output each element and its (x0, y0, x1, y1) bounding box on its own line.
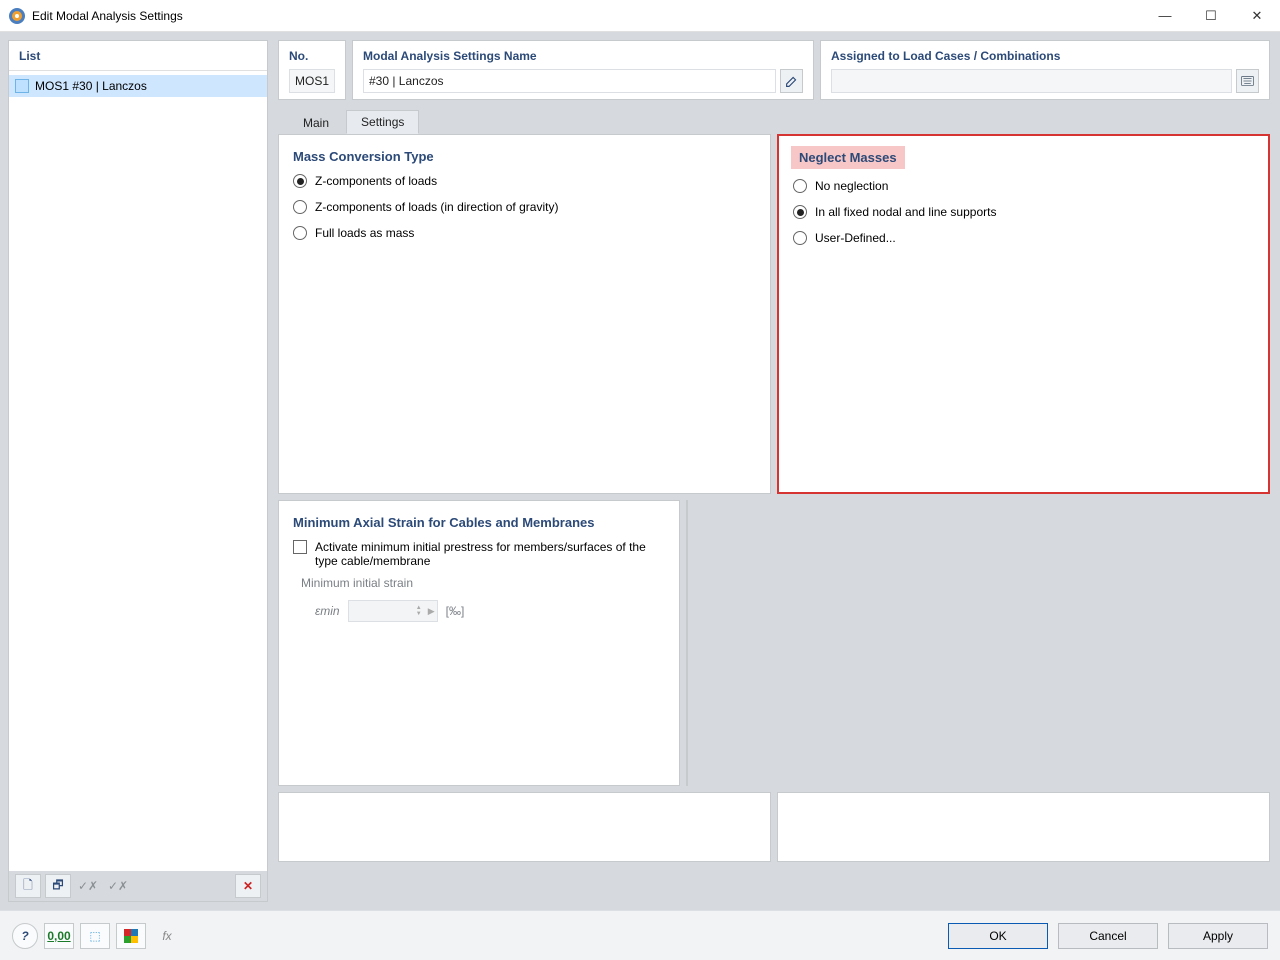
radio-icon (293, 174, 307, 188)
neglect-option-3[interactable]: User-Defined... (793, 231, 1254, 245)
edit-name-button[interactable] (780, 69, 803, 93)
mass-conversion-title: Mass Conversion Type (279, 135, 770, 174)
tab-main[interactable]: Main (288, 110, 344, 134)
selection-icon: ⬚ (89, 929, 100, 943)
tab-settings[interactable]: Settings (346, 110, 419, 134)
palette-icon (124, 929, 138, 943)
strain-title: Minimum Axial Strain for Cables and Memb… (279, 501, 679, 540)
radio-icon (293, 200, 307, 214)
window-title: Edit Modal Analysis Settings (32, 9, 183, 23)
ok-button[interactable]: OK (948, 923, 1048, 949)
mass-option-3[interactable]: Full loads as mass (293, 226, 756, 240)
mass-option-1[interactable]: Z-components of loads (293, 174, 756, 188)
apply-button[interactable]: Apply (1168, 923, 1268, 949)
strain-checkbox-label: Activate minimum initial prestress for m… (315, 540, 665, 568)
delete-button[interactable]: ✕ (235, 874, 261, 898)
maximize-button[interactable]: ☐ (1188, 0, 1234, 32)
list-tree: MOS1 #30 | Lanczos (9, 71, 267, 101)
list-item-icon (15, 79, 29, 93)
sidebar-header: List (9, 41, 267, 71)
assigned-field[interactable] (831, 69, 1232, 93)
neglect-option-2[interactable]: In all fixed nodal and line supports (793, 205, 1254, 219)
name-panel: Modal Analysis Settings Name (352, 40, 814, 100)
radio-label: In all fixed nodal and line supports (815, 205, 996, 219)
radio-label: Full loads as mass (315, 226, 414, 240)
strain-sublabel: Minimum initial strain (279, 576, 679, 590)
neglect-masses-panel: Neglect Masses No neglection In all fixe… (777, 134, 1270, 494)
neglect-option-1[interactable]: No neglection (793, 179, 1254, 193)
sidebar-toolbar: 🗋 🗗 ✓✗ ✓✗ ✕ (9, 871, 267, 901)
content-area: No. Modal Analysis Settings Name Assigne… (278, 40, 1270, 902)
strain-symbol: εmin (315, 604, 340, 618)
name-field[interactable] (363, 69, 776, 93)
no-label: No. (279, 41, 345, 69)
help-button[interactable]: ? (12, 923, 38, 949)
cancel-button[interactable]: Cancel (1058, 923, 1158, 949)
neglect-title: Neglect Masses (791, 146, 905, 169)
units-icon: 0,00 (47, 929, 70, 943)
chevron-down-icon: ▼ (416, 611, 422, 617)
radio-icon (793, 179, 807, 193)
strain-input[interactable]: ▲▼ ▶ (348, 600, 438, 622)
name-label: Modal Analysis Settings Name (353, 41, 813, 69)
keyboard-icon (1241, 76, 1254, 86)
help-icon: ? (21, 929, 28, 943)
empty-panel-bottom-right (777, 792, 1270, 862)
pencil-icon (785, 75, 798, 88)
list-item-label: MOS1 #30 | Lanczos (35, 79, 147, 93)
new-button[interactable]: 🗋 (15, 874, 41, 898)
titlebar: Edit Modal Analysis Settings — ☐ ✕ (0, 0, 1280, 32)
fx-button[interactable]: fx (152, 923, 182, 949)
empty-panel-bottom-left (278, 792, 771, 862)
copy-button[interactable]: 🗗 (45, 874, 71, 898)
strain-checkbox[interactable] (293, 540, 307, 554)
mass-conversion-panel: Mass Conversion Type Z-components of loa… (278, 134, 771, 494)
minimize-button[interactable]: — (1142, 0, 1188, 32)
assigned-label: Assigned to Load Cases / Combinations (821, 41, 1269, 69)
bottom-bar: ? 0,00 ⬚ fx OK Cancel Apply (0, 910, 1280, 960)
radio-label: Z-components of loads (in direction of g… (315, 200, 558, 214)
units-button[interactable]: 0,00 (44, 923, 74, 949)
selection-button[interactable]: ⬚ (80, 923, 110, 949)
sidebar: List MOS1 #30 | Lanczos 🗋 🗗 ✓✗ ✓✗ ✕ (8, 40, 268, 902)
check-all-button[interactable]: ✓✗ (75, 874, 101, 898)
radio-label: User-Defined... (815, 231, 896, 245)
fx-icon: fx (162, 929, 171, 943)
app-icon (8, 7, 26, 25)
empty-panel-right (686, 500, 688, 786)
uncheck-all-button[interactable]: ✓✗ (105, 874, 131, 898)
radio-icon (293, 226, 307, 240)
radio-label: No neglection (815, 179, 888, 193)
list-item[interactable]: MOS1 #30 | Lanczos (9, 75, 267, 97)
tabs: Main Settings (278, 106, 1270, 134)
number-panel: No. (278, 40, 346, 100)
assigned-keyboard-button[interactable] (1236, 69, 1259, 93)
strain-panel: Minimum Axial Strain for Cables and Memb… (278, 500, 680, 786)
radio-icon (793, 205, 807, 219)
close-button[interactable]: ✕ (1234, 0, 1280, 32)
assigned-panel: Assigned to Load Cases / Combinations (820, 40, 1270, 100)
radio-label: Z-components of loads (315, 174, 437, 188)
palette-button[interactable] (116, 923, 146, 949)
arrow-right-icon: ▶ (428, 606, 435, 617)
radio-icon (793, 231, 807, 245)
strain-unit: [‰] (446, 604, 465, 618)
mass-option-2[interactable]: Z-components of loads (in direction of g… (293, 200, 756, 214)
no-field[interactable] (289, 69, 335, 93)
